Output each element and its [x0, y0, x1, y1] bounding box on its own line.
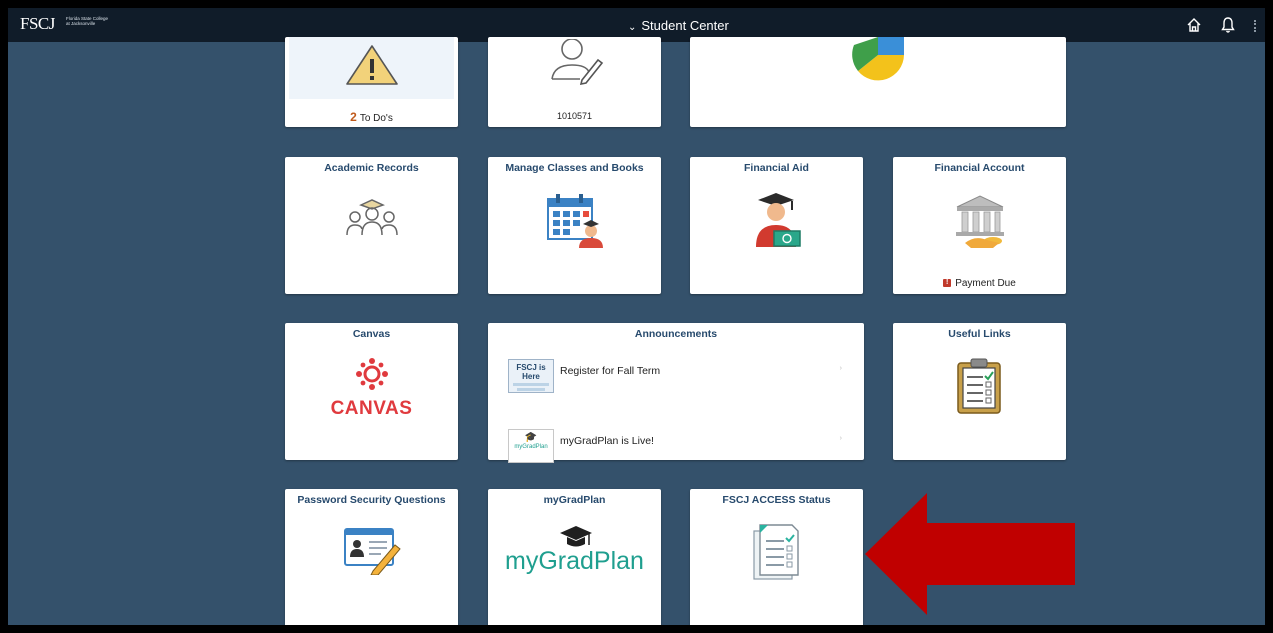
announcement-item[interactable]: FSCJ is Here Register for Fall Term › — [508, 359, 850, 399]
user-edit-icon — [551, 39, 604, 85]
app-frame: FSCJ Florida State College at Jacksonvil… — [8, 8, 1265, 625]
clipboard-checklist-icon — [957, 358, 1001, 414]
tile-announcements[interactable]: Announcements FSCJ is Here Register for … — [488, 323, 864, 463]
student-money-icon — [756, 193, 801, 247]
tile-canvas[interactable]: Canvas CANVAS — [285, 323, 458, 460]
tile-academic-records[interactable]: Academic Records — [285, 157, 458, 294]
home-icon[interactable] — [1186, 17, 1202, 33]
canvas-logo-icon — [356, 358, 388, 390]
student-id: 1010571 — [556, 111, 593, 121]
tile-chart[interactable] — [690, 37, 1066, 127]
kebab-menu-icon[interactable] — [1254, 20, 1258, 32]
tile-financial-aid[interactable]: Financial Aid — [690, 157, 863, 294]
tile-title-manage-classes: Manage Classes and Books — [505, 162, 644, 174]
bank-icon — [956, 195, 1004, 248]
canvas-logo-text: CANVAS — [330, 398, 413, 419]
chevron-right-icon: › — [839, 365, 842, 372]
red-arrow-icon — [865, 493, 1075, 615]
pie-chart-icon — [852, 37, 904, 81]
tile-access-status[interactable]: FSCJ ACCESS Status — [690, 489, 863, 625]
tile-title-access-status: FSCJ ACCESS Status — [722, 494, 831, 506]
mygradplan-logo-text: myGradPlan — [505, 547, 644, 575]
calendar-student-icon — [547, 194, 603, 248]
announcement-thumbnail-text: FSCJ is Here — [516, 363, 546, 381]
fscj-logo-subtext: Florida State College at Jacksonville — [66, 16, 109, 26]
announcement-text: myGradPlan is Live! — [560, 435, 654, 447]
tile-useful-links[interactable]: Useful Links — [893, 323, 1066, 460]
tile-title-financial-account: Financial Account — [934, 162, 1025, 174]
id-card-pencil-icon — [344, 528, 401, 575]
tile-manage-classes[interactable]: Manage Classes and Books — [488, 157, 661, 294]
tile-todos[interactable]: 2 To Do's — [285, 37, 458, 127]
document-checklist-icon — [753, 524, 799, 580]
todos-count: 2 — [350, 110, 357, 124]
todos-label: To Do's — [359, 113, 393, 124]
chevron-down-icon: ⌄ — [628, 22, 637, 33]
todos-footer: 2 To Do's — [285, 110, 458, 124]
tile-title-academic-records: Academic Records — [324, 162, 419, 174]
tile-title-mygradplan: myGradPlan — [543, 494, 606, 506]
announcement-item[interactable]: 🎓 myGradPlan myGradPlan is Live! › — [508, 429, 850, 469]
tile-title-password-security: Password Security Questions — [297, 494, 446, 506]
announcement-text: Register for Fall Term — [560, 365, 661, 377]
tile-title-useful-links: Useful Links — [948, 328, 1011, 340]
tile-title-announcements: Announcements — [634, 328, 718, 340]
payment-due-status: ! Payment Due — [893, 278, 1066, 289]
bell-icon[interactable] — [1220, 16, 1236, 34]
grad-cap-icon: 🎓 — [524, 432, 538, 443]
announcement-thumbnail-text: myGradPlan — [514, 444, 548, 450]
page-title[interactable]: ⌄ Student Center — [628, 18, 729, 33]
tile-title-financial-aid: Financial Aid — [744, 162, 809, 174]
alert-icon: ! — [943, 279, 952, 288]
tile-profile[interactable]: 1010571 — [488, 37, 661, 127]
graduates-icon — [346, 199, 398, 236]
announcement-thumbnail: 🎓 myGradPlan — [508, 429, 554, 463]
tile-financial-account[interactable]: Financial Account ! Payment Due — [893, 157, 1066, 294]
fscj-logo[interactable]: FSCJ — [20, 14, 55, 34]
tile-title-canvas: Canvas — [352, 328, 391, 340]
chevron-right-icon: › — [839, 435, 842, 442]
announcement-thumbnail: FSCJ is Here — [508, 359, 554, 393]
tile-password-security[interactable]: Password Security Questions — [285, 489, 458, 625]
payment-due-label: Payment Due — [955, 278, 1016, 289]
warning-icon — [346, 45, 398, 85]
tile-mygradplan[interactable]: myGradPlan myGradPlan — [488, 489, 661, 625]
page-title-text: Student Center — [641, 18, 729, 33]
